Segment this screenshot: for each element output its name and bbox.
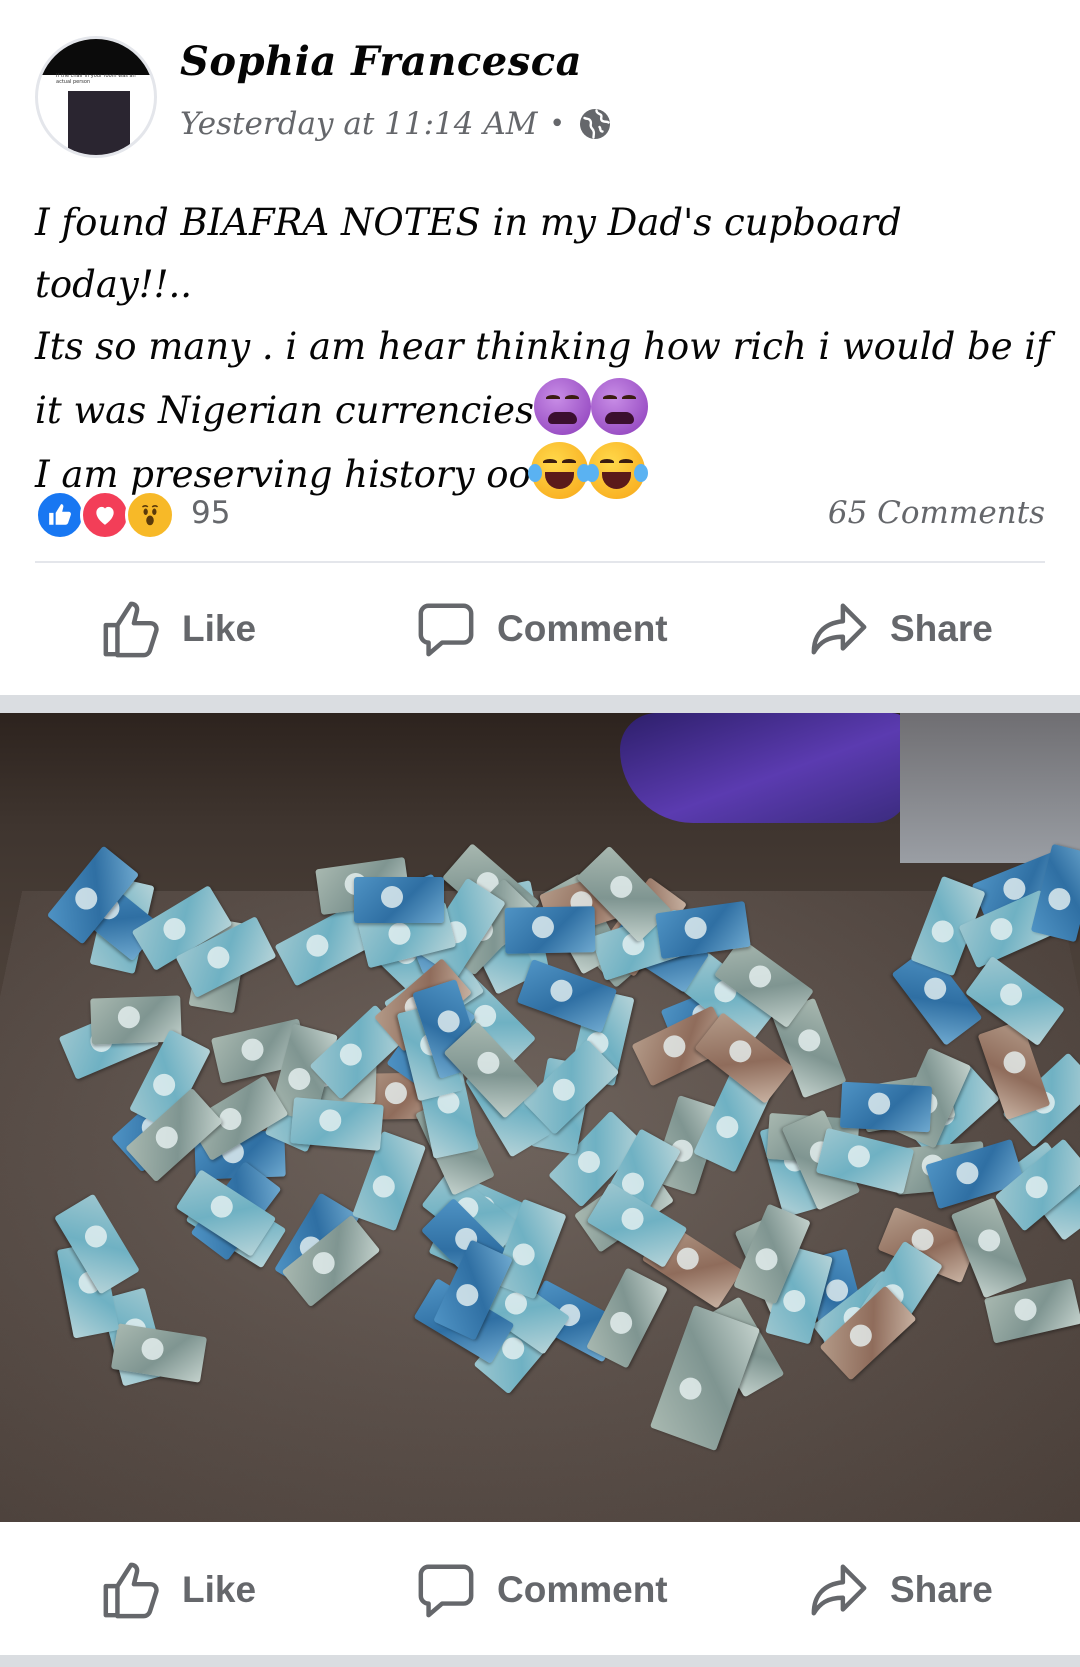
thumbs-up-icon bbox=[103, 1562, 159, 1619]
post-text: I found BIAFRA NOTES in my Dad's cupboar… bbox=[35, 192, 1050, 506]
share-button[interactable]: Share bbox=[808, 1546, 993, 1634]
comment-button[interactable]: Comment bbox=[415, 1546, 668, 1634]
weary-face-emoji-icon bbox=[534, 378, 591, 435]
photo-cloth bbox=[900, 713, 1080, 863]
post-header: If the chair in your room was an actual … bbox=[0, 0, 1080, 175]
avatar-caption: If the chair in your room was an actual … bbox=[56, 73, 136, 85]
post-photo[interactable] bbox=[0, 713, 1080, 1522]
divider bbox=[35, 561, 1045, 563]
photo-actions: Like Comment Share bbox=[0, 1546, 1080, 1634]
comment-button[interactable]: Comment bbox=[415, 585, 668, 673]
avatar-person bbox=[112, 149, 142, 155]
section-separator bbox=[0, 695, 1080, 713]
globe-icon[interactable] bbox=[577, 106, 613, 142]
comment-label: Comment bbox=[497, 608, 668, 649]
reaction-count[interactable]: 95 bbox=[191, 495, 230, 531]
post-text-line: Its so many . i am hear thinking how ric… bbox=[35, 325, 1050, 368]
like-button[interactable]: Like bbox=[100, 585, 256, 673]
weary-face-emoji-icon bbox=[591, 378, 648, 435]
meta-separator: • bbox=[549, 109, 565, 139]
post-actions: Like Comment Share bbox=[0, 585, 1080, 673]
share-label: Share bbox=[890, 608, 993, 649]
post-timestamp[interactable]: Yesterday at 11:14 AM bbox=[180, 106, 537, 142]
banknote bbox=[839, 1081, 932, 1133]
comment-label: Comment bbox=[497, 1569, 668, 1610]
author-name[interactable]: Sophia Francesca bbox=[180, 38, 582, 85]
author-avatar[interactable]: If the chair in your room was an actual … bbox=[35, 36, 157, 158]
comment-bubble-icon bbox=[418, 603, 474, 657]
like-button[interactable]: Like bbox=[100, 1546, 256, 1634]
share-label: Share bbox=[890, 1569, 993, 1610]
wow-reaction-icon bbox=[125, 490, 175, 540]
banknote bbox=[504, 906, 596, 955]
share-button[interactable]: Share bbox=[808, 585, 993, 673]
like-label: Like bbox=[182, 1569, 257, 1610]
avatar-top-band bbox=[38, 39, 154, 75]
photo-bag bbox=[620, 713, 910, 823]
like-label: Like bbox=[182, 608, 257, 649]
share-arrow-icon bbox=[811, 603, 867, 655]
avatar-photo bbox=[68, 91, 142, 155]
post-text-line: it was Nigerian currencies bbox=[35, 389, 534, 432]
banknote bbox=[353, 876, 444, 923]
comment-bubble-icon bbox=[418, 1564, 474, 1618]
bottom-separator bbox=[0, 1655, 1080, 1667]
banknote bbox=[289, 1097, 384, 1152]
thumbs-up-icon bbox=[103, 601, 159, 658]
comments-count[interactable]: 65 Comments bbox=[828, 495, 1045, 531]
post-meta: Yesterday at 11:14 AM • bbox=[180, 106, 613, 142]
share-arrow-icon bbox=[811, 1564, 867, 1616]
love-reaction-icon bbox=[80, 490, 130, 540]
reactions-summary[interactable]: 95 65 Comments bbox=[35, 487, 1045, 543]
post-text-line-with-emoji: it was Nigerian currencies bbox=[35, 378, 1050, 442]
like-reaction-icon bbox=[35, 490, 85, 540]
post-text-line: I found BIAFRA NOTES in my Dad's cupboar… bbox=[35, 201, 902, 306]
